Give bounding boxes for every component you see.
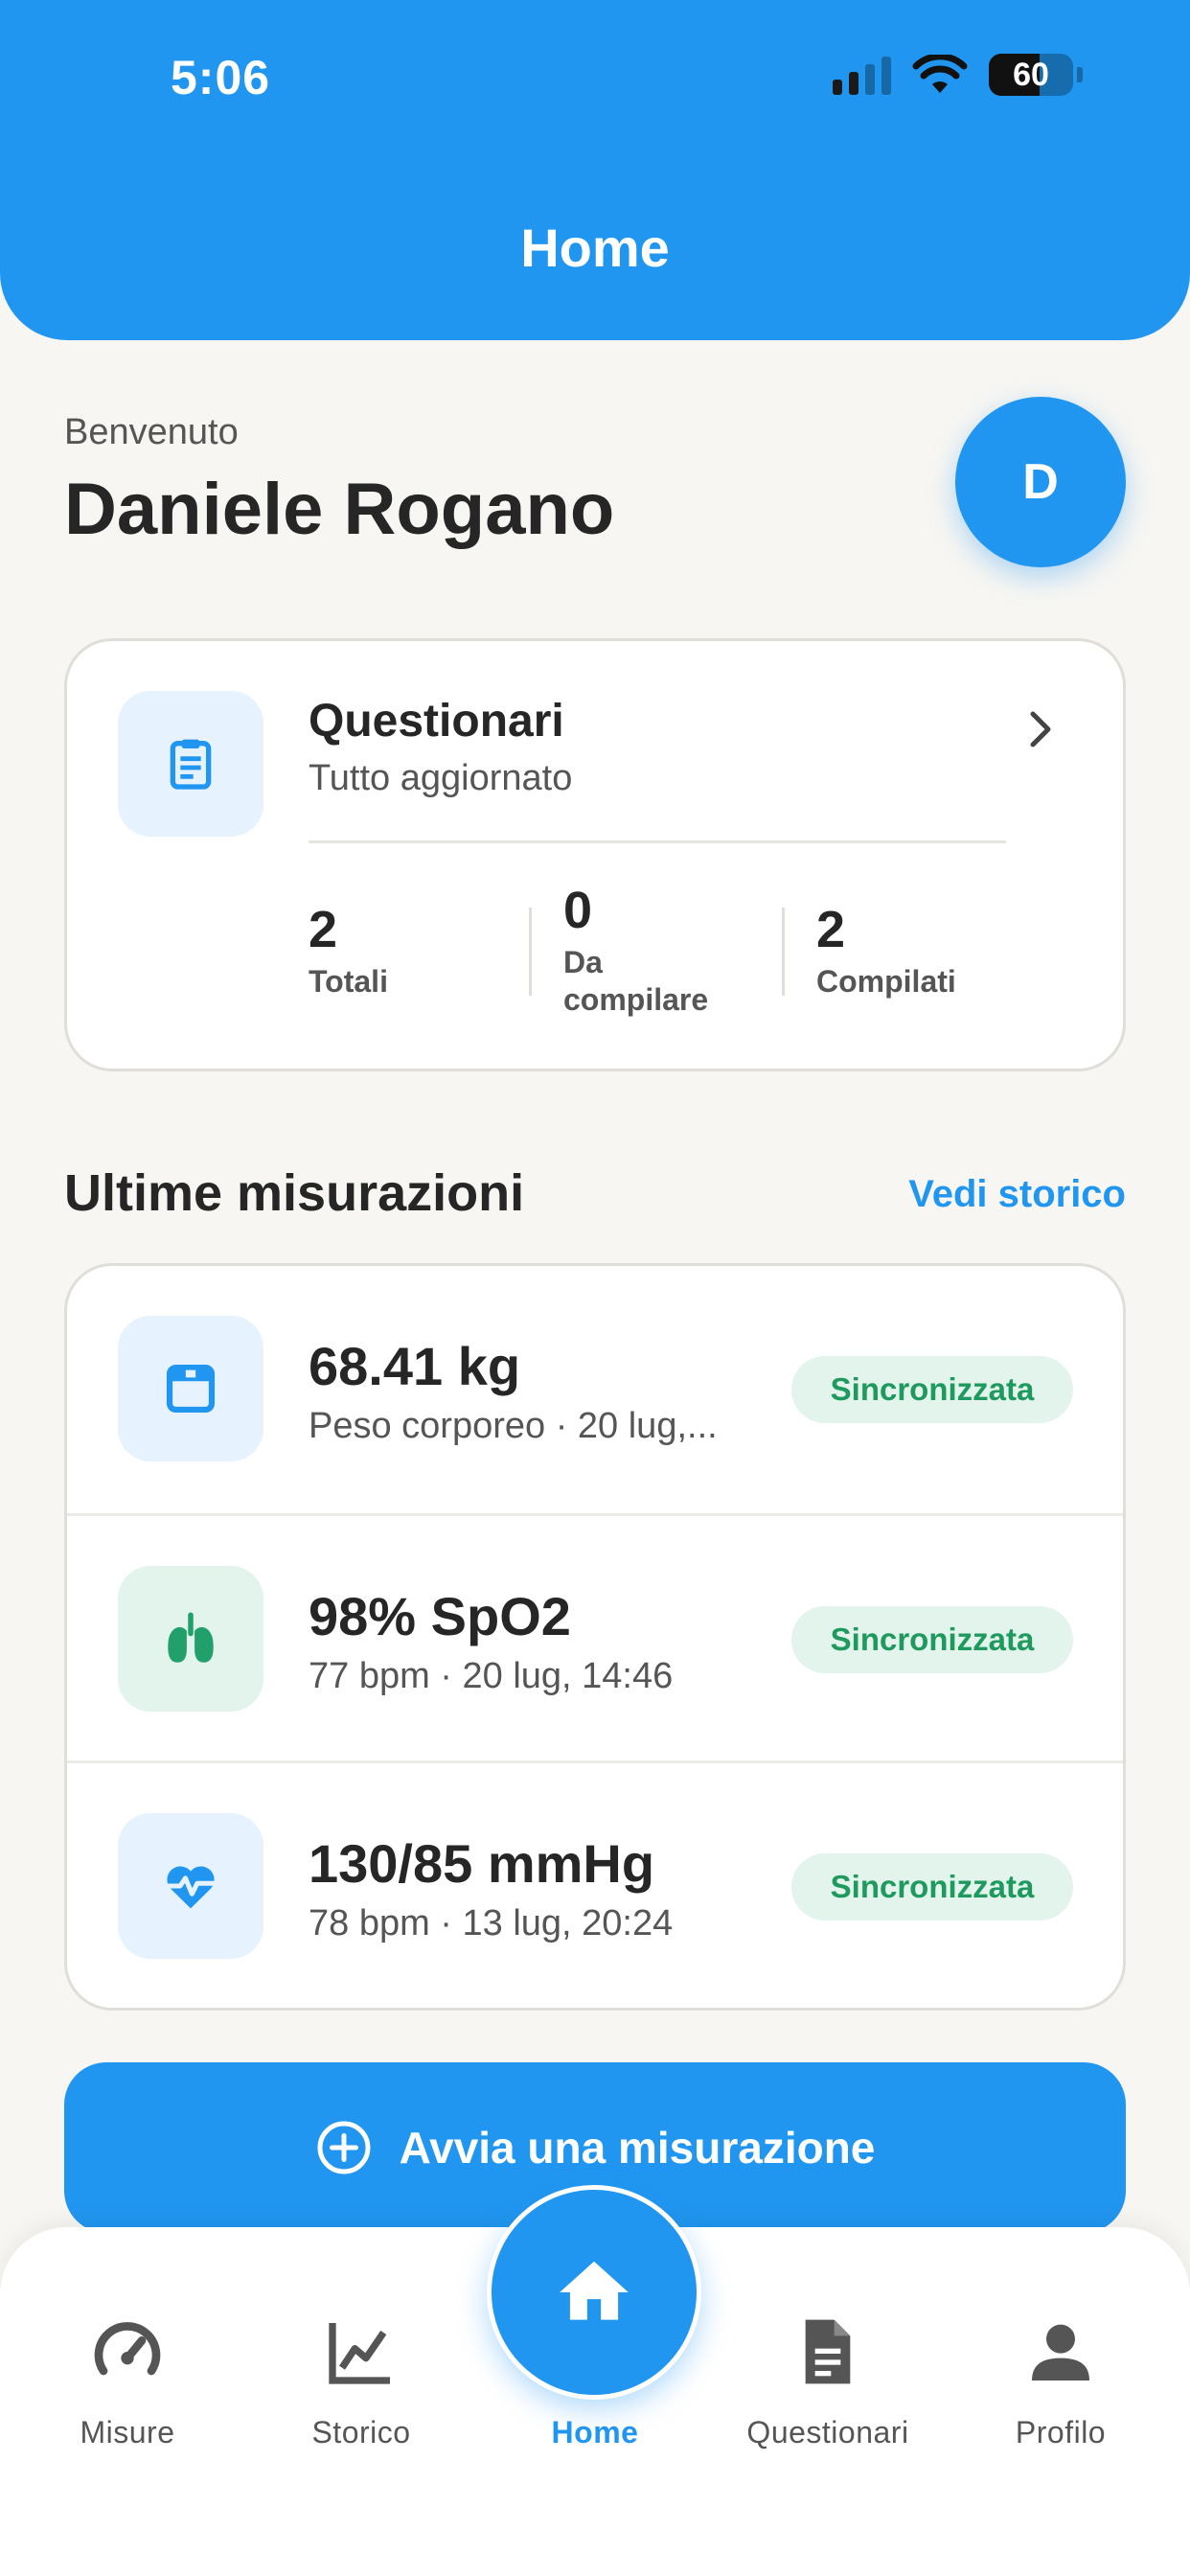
gauge-icon (94, 2322, 161, 2376)
chevron-right-icon[interactable] (1023, 708, 1058, 750)
questionnaires-card[interactable]: Questionari Tutto aggiornato 2 Totali 0 … (64, 638, 1126, 1071)
user-name: Daniele Rogano (64, 469, 615, 550)
plus-circle-icon (317, 2121, 371, 2174)
measurement-value: 98% SpO2 (309, 1586, 571, 1646)
home-icon (560, 2261, 629, 2320)
clipboard-icon (118, 691, 263, 837)
tab-misure[interactable]: Misure (32, 2313, 223, 2450)
measurement-row[interactable]: 68.41 kg Peso corporeo · 20 lug,... Sinc… (67, 1266, 1123, 1513)
stat-total: 2 Totali (309, 901, 388, 999)
chart-icon (329, 2323, 390, 2384)
header-bar: 5:06 60 Home (0, 0, 1190, 340)
lungs-icon (118, 1566, 263, 1712)
page-title: Home (520, 218, 670, 278)
sync-status-badge: Sincronizzata (791, 1853, 1073, 1920)
person-icon (1032, 2324, 1089, 2380)
avatar[interactable]: D (955, 397, 1126, 567)
start-measurement-label: Avvia una misurazione (399, 2123, 876, 2173)
battery-level: 60 (1013, 56, 1049, 93)
sync-status-badge: Sincronizzata (791, 1606, 1073, 1673)
heart-pulse-icon (118, 1813, 263, 1959)
measurement-detail: Peso corporeo · 20 lug,... (309, 1406, 718, 1446)
scale-icon (118, 1316, 263, 1461)
questionnaires-status: Tutto aggiornato (309, 758, 573, 798)
stat-completed: 2 Compilati (816, 901, 956, 999)
stat-separator (782, 908, 785, 996)
document-icon (805, 2319, 851, 2384)
measurement-value: 68.41 kg (309, 1336, 521, 1396)
welcome-label: Benvenuto (64, 412, 239, 452)
home-fab-button[interactable] (487, 2185, 701, 2400)
status-time: 5:06 (171, 51, 271, 104)
measurement-row[interactable]: 98% SpO2 77 bpm · 20 lug, 14:46 Sincroni… (67, 1513, 1123, 1760)
measurement-detail: 77 bpm · 20 lug, 14:46 (309, 1656, 674, 1696)
tab-storico[interactable]: Storico (265, 2313, 457, 2450)
stat-separator (529, 908, 532, 996)
stat-to-fill: 0 Da compilare (563, 882, 709, 1018)
section-title: Ultime misurazioni (64, 1164, 525, 1222)
measurement-detail: 78 bpm · 13 lug, 20:24 (309, 1903, 674, 1944)
wifi-icon (912, 55, 968, 93)
measurement-value: 130/85 mmHg (309, 1833, 655, 1894)
sync-status-badge: Sincronizzata (791, 1356, 1073, 1423)
tab-questionari[interactable]: Questionari (732, 2313, 924, 2450)
status-icons: 60 (833, 54, 1083, 96)
divider (309, 840, 1006, 843)
measurements-card: 68.41 kg Peso corporeo · 20 lug,... Sinc… (64, 1263, 1126, 2011)
questionnaires-title: Questionari (309, 696, 564, 747)
measurement-row[interactable]: 130/85 mmHg 78 bpm · 13 lug, 20:24 Sincr… (67, 1760, 1123, 2008)
cellular-signal-icon (833, 55, 891, 95)
tab-profilo[interactable]: Profilo (965, 2313, 1156, 2450)
view-history-link[interactable]: Vedi storico (908, 1173, 1126, 1216)
battery-icon: 60 (989, 54, 1073, 96)
bottom-tab-bar: Misure Storico Home Questionari Profilo (0, 2185, 1190, 2576)
